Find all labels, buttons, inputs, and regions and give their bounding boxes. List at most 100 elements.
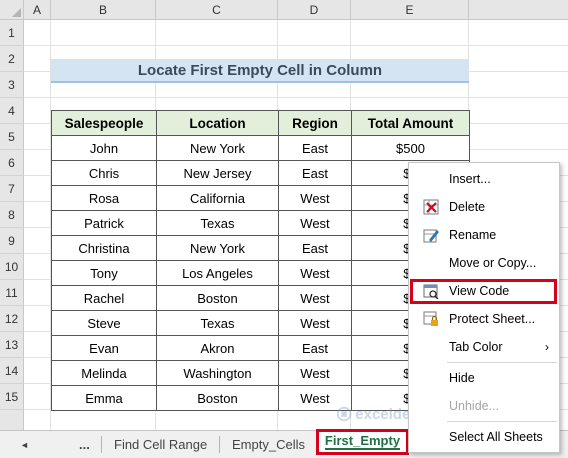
cell[interactable]: West (278, 285, 352, 311)
row-header-1[interactable]: 1 (0, 20, 24, 46)
menu-item-label: Select All Sheets (449, 430, 543, 444)
menu-item-tab-color[interactable]: Tab Color › (409, 334, 559, 360)
table-row: Evan Akron East $3 (51, 335, 470, 361)
column-header-c[interactable]: C (156, 0, 278, 20)
cell[interactable]: West (278, 185, 352, 211)
delete-sheet-icon (423, 199, 439, 215)
gridline (24, 45, 568, 46)
row-header-9[interactable]: 9 (0, 228, 24, 254)
cell[interactable]: Boston (156, 285, 279, 311)
menu-item-move-or-copy[interactable]: Move or Copy... (409, 250, 559, 276)
row-header-15[interactable]: 15 (0, 384, 24, 410)
row-header-14[interactable]: 14 (0, 358, 24, 384)
tab-empty-cells[interactable]: Empty_Cells (232, 431, 305, 458)
scroll-tabs-left-button[interactable]: ◄ (20, 431, 29, 458)
table-row: Steve Texas West $6 (51, 310, 470, 336)
row-header-16[interactable] (0, 410, 24, 430)
row-header-6[interactable]: 6 (0, 150, 24, 176)
table-row: Melinda Washington West $4 (51, 360, 470, 386)
sheet-title[interactable]: Locate First Empty Cell in Column (51, 59, 469, 83)
watermark-logo-icon (336, 406, 352, 422)
column-header-e[interactable]: E (351, 0, 469, 20)
header-location[interactable]: Location (156, 110, 279, 136)
cell[interactable]: Washington (156, 360, 279, 386)
menu-item-label: Insert... (449, 172, 491, 186)
cell[interactable]: Rachel (51, 285, 157, 311)
cell[interactable]: West (278, 310, 352, 336)
cell[interactable]: West (278, 360, 352, 386)
row-header-8[interactable]: 8 (0, 202, 24, 228)
cell[interactable]: New York (156, 235, 279, 261)
header-salespeople[interactable]: Salespeople (51, 110, 157, 136)
menu-item-label: Move or Copy... (449, 256, 537, 270)
menu-item-protect-sheet[interactable]: Protect Sheet... (409, 306, 559, 332)
row-header-5[interactable]: 5 (0, 124, 24, 150)
more-sheets-button[interactable]: ... (79, 431, 90, 458)
gridline (24, 97, 568, 98)
menu-item-label: Hide (449, 371, 475, 385)
protect-sheet-icon (423, 311, 438, 326)
cell[interactable]: Texas (156, 210, 279, 236)
cell[interactable]: Akron (156, 335, 279, 361)
cell[interactable]: Emma (51, 385, 157, 411)
cell[interactable]: Patrick (51, 210, 157, 236)
table-row: Patrick Texas West $3 (51, 210, 470, 236)
cell[interactable]: Christina (51, 235, 157, 261)
cell[interactable]: New York (156, 135, 279, 161)
menu-item-label: Protect Sheet... (449, 312, 536, 326)
cell[interactable]: Steve (51, 310, 157, 336)
row-header-10[interactable]: 10 (0, 254, 24, 280)
cell[interactable]: Boston (156, 385, 279, 411)
menu-separator (447, 421, 557, 422)
menu-item-hide[interactable]: Hide (409, 365, 559, 391)
column-header-d[interactable]: D (278, 0, 351, 20)
cell[interactable]: $500 (351, 135, 470, 161)
cell[interactable]: East (278, 335, 352, 361)
cell[interactable]: East (278, 160, 352, 186)
menu-item-label: Rename (449, 228, 497, 242)
cell[interactable]: Melinda (51, 360, 157, 386)
column-header-f[interactable] (469, 0, 568, 20)
select-all-corner[interactable] (0, 0, 24, 20)
cell[interactable]: Evan (51, 335, 157, 361)
view-code-highlight (410, 279, 557, 304)
sheet-context-menu: Insert... Delete Rename Move or Copy... … (408, 162, 560, 453)
menu-item-insert[interactable]: Insert... (409, 166, 559, 192)
menu-item-label: Unhide... (449, 399, 500, 413)
menu-separator (447, 362, 557, 363)
column-header-a[interactable]: A (24, 0, 51, 20)
menu-item-rename[interactable]: Rename (409, 222, 559, 248)
column-header-b[interactable]: B (51, 0, 156, 20)
menu-item-delete[interactable]: Delete (409, 194, 559, 220)
row-header-7[interactable]: 7 (0, 176, 24, 202)
table-row: Chris New Jersey East $3 (51, 160, 470, 186)
cell[interactable]: Los Angeles (156, 260, 279, 286)
tab-first-empty[interactable]: First_Empty (316, 429, 409, 455)
rename-icon (423, 229, 439, 243)
cell[interactable]: Texas (156, 310, 279, 336)
cell[interactable]: New Jersey (156, 160, 279, 186)
cell[interactable]: East (278, 135, 352, 161)
row-header-2[interactable]: 2 (0, 46, 24, 72)
row-header-4[interactable]: 4 (0, 98, 24, 124)
row-header-3[interactable]: 3 (0, 72, 24, 98)
cell[interactable]: West (278, 260, 352, 286)
table-header-row: Salespeople Location Region Total Amount (51, 110, 470, 136)
tab-find-cell-range[interactable]: Find Cell Range (114, 431, 207, 458)
menu-item-select-all-sheets[interactable]: Select All Sheets (409, 424, 559, 450)
cell[interactable]: East (278, 235, 352, 261)
table-row: John New York East $500 (51, 135, 470, 161)
row-header-13[interactable]: 13 (0, 332, 24, 358)
header-total-amount[interactable]: Total Amount (351, 110, 470, 136)
tab-first-empty-label: First_Empty (324, 433, 401, 450)
cell[interactable]: West (278, 210, 352, 236)
header-region[interactable]: Region (278, 110, 352, 136)
row-header-12[interactable]: 12 (0, 306, 24, 332)
menu-item-label: Delete (449, 200, 486, 214)
cell[interactable]: Rosa (51, 185, 157, 211)
cell[interactable]: California (156, 185, 279, 211)
row-header-11[interactable]: 11 (0, 280, 24, 306)
cell[interactable]: Chris (51, 160, 157, 186)
cell[interactable]: Tony (51, 260, 157, 286)
cell[interactable]: John (51, 135, 157, 161)
